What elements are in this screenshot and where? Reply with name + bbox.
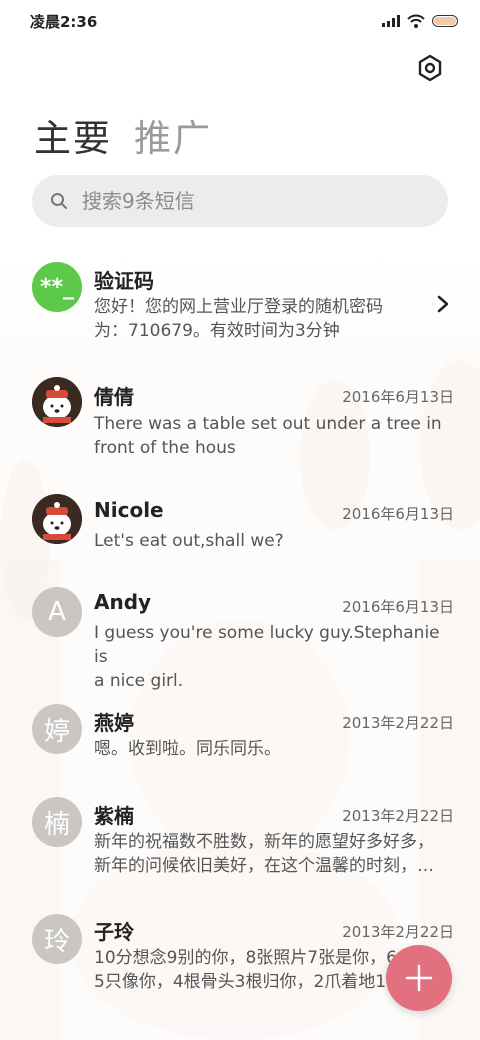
message-date: 2013年2月22日 — [342, 714, 454, 732]
settings-hexagon-icon[interactable] — [416, 54, 444, 82]
message-preview: I guess you're some lucky guy.Stephanie … — [94, 623, 440, 691]
plus-icon — [405, 964, 433, 992]
contact-initial-avatar: 楠 — [32, 797, 82, 847]
wifi-icon — [407, 14, 425, 28]
battery-icon — [432, 15, 458, 27]
search-bar[interactable] — [32, 175, 448, 227]
status-time: 凌晨2:36 — [30, 12, 98, 31]
contact-initial-avatar: A — [32, 587, 82, 637]
message-preview: 新年的祝福数不胜数，新年的愿望好多好多， 新年的问候依旧美好，在这个温馨的时刻，… — [94, 832, 434, 876]
message-date: 2013年2月22日 — [342, 807, 454, 825]
polar-bear-avatar — [32, 494, 82, 544]
contact-name: Nicole — [94, 498, 164, 522]
new-message-button[interactable] — [386, 945, 452, 1011]
conversation-item[interactable]: 婷 燕婷 2013年2月22日 嗯。收到啦。同乐同乐。 — [0, 698, 480, 788]
tab-promotions[interactable]: 推广 — [134, 108, 212, 162]
message-date: 2016年6月13日 — [342, 598, 454, 616]
message-date: 2016年6月13日 — [342, 388, 454, 406]
chevron-right-icon[interactable] — [436, 295, 450, 313]
contact-initial-avatar: 婷 — [32, 704, 82, 754]
search-input[interactable] — [80, 188, 404, 214]
message-preview: 嗯。收到啦。同乐同乐。 — [94, 739, 281, 759]
message-preview: Let's eat out,shall we? — [94, 531, 284, 551]
conversation-item[interactable]: 楠 紫楠 2013年2月22日 新年的祝福数不胜数，新年的愿望好多好多， 新年的… — [0, 792, 480, 902]
conversation-item[interactable]: **_ 验证码 您好！您的网上营业厅登录的随机密码 为：710679。有效时间为… — [0, 250, 480, 360]
contact-name: 倩倩 — [94, 385, 134, 409]
contact-name: 紫楠 — [94, 804, 134, 828]
tab-primary[interactable]: 主要 — [34, 108, 112, 162]
contact-initial-avatar: 玲 — [32, 914, 82, 964]
message-preview: 您好！您的网上营业厅登录的随机密码 为：710679。有效时间为3分钟 — [94, 297, 383, 341]
cell-signal-icon — [382, 15, 400, 27]
contact-name: 验证码 — [94, 269, 154, 293]
conversation-item[interactable]: Nicole 2016年6月13日 Let's eat out,shall we… — [0, 482, 480, 572]
conversation-item[interactable]: 倩倩 2016年6月13日 There was a table set out … — [0, 365, 480, 475]
message-preview: There was a table set out under a tree i… — [94, 414, 442, 458]
message-date: 2016年6月13日 — [342, 505, 454, 523]
message-date: 2013年2月22日 — [342, 923, 454, 941]
search-icon — [51, 193, 67, 209]
conversation-item[interactable]: A Andy 2016年6月13日 I guess you're some lu… — [0, 580, 480, 691]
contact-name: 子玲 — [94, 920, 134, 944]
tab-bar: 主要 推广 — [34, 108, 212, 162]
status-bar: 凌晨2:36 — [0, 0, 480, 42]
verification-code-avatar: **_ — [32, 262, 82, 312]
contact-name: Andy — [94, 590, 152, 614]
polar-bear-avatar — [32, 377, 82, 427]
contact-name: 燕婷 — [94, 711, 134, 735]
